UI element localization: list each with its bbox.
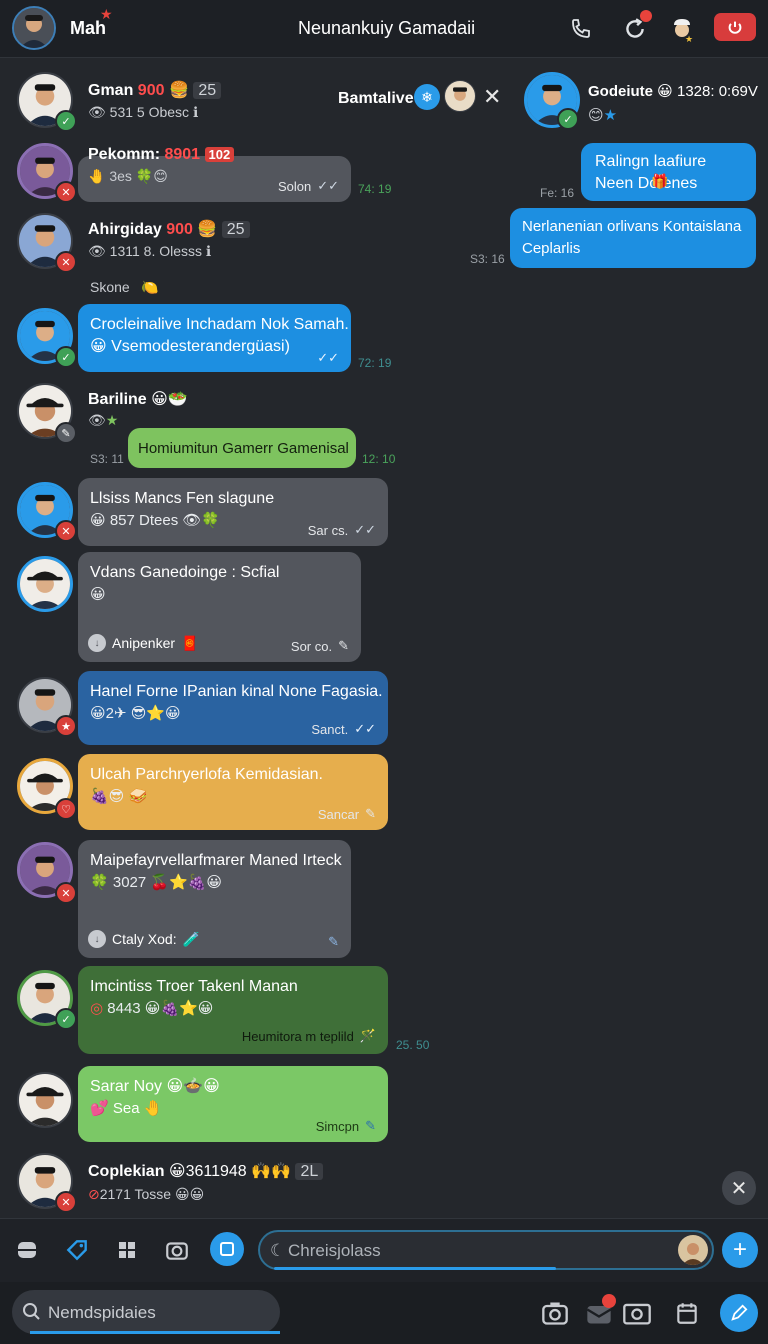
apps-icon[interactable] [112,1235,142,1265]
gift-icon: 🎁 [651,173,669,189]
contact-name: Ahirgiday 900 🍔 25 [88,219,250,239]
pin-badge-icon: ✕ [55,882,77,904]
close-icon[interactable]: ✕ [722,1171,756,1205]
add-button[interactable]: + [722,1232,758,1268]
avatar[interactable] [17,556,73,612]
contact-sub: 👁 1311 8. Olesss ℹ [88,243,212,259]
message-bubble[interactable]: Maipefayrvellarfmarer Maned Irteck 🍀 302… [78,840,351,958]
timestamp: S3: 11 [90,452,124,466]
avatar[interactable] [678,1235,708,1265]
compose-button[interactable] [720,1294,758,1332]
pin-badge-icon: ✕ [55,520,77,542]
pin-badge-icon: ✕ [55,181,77,203]
bottom-bar: Nemdspidaies [0,1282,768,1344]
chef-icon[interactable]: ★ [668,14,698,44]
contact-name: Coplekian 😀3611948 🙌🙌 2L [88,1161,324,1181]
input-progress-bar [274,1267,556,1270]
message-bubble[interactable]: Sarar Noy 😀🍲😀 💕 Sea 🤚 Simcpn ✎ [78,1066,388,1142]
message-bubble[interactable]: Ralingn laafiure Neen Dofenes [581,143,756,201]
arrow-down-icon: ↓ [88,634,106,652]
camera-icon[interactable] [540,1298,570,1328]
search-progress-bar [30,1331,280,1334]
search-input[interactable]: Nemdspidaies [12,1290,280,1334]
tag-icon[interactable] [62,1235,92,1265]
composer-bar: ☾ Chreisjolass + [0,1218,768,1282]
mail-icon[interactable] [584,1294,616,1328]
snowflake-icon[interactable]: ❄ [414,84,440,110]
camera-icon[interactable] [162,1235,192,1265]
pin-badge-icon: ✕ [55,1191,77,1213]
timestamp: 72: 19 [358,356,392,370]
avatar[interactable] [444,80,476,112]
contact-sub: 👁 531 5 Obesc ℹ [88,104,199,120]
timestamp: 12: 10 [362,452,396,466]
check-badge-icon: ✓ [55,110,77,132]
timestamp: S3: 16 [470,252,505,266]
sticker-icon[interactable] [12,1235,42,1265]
photo-icon[interactable] [622,1298,652,1328]
note-text: Skone 🍋 [90,279,159,295]
arrow-down-icon: ↓ [88,930,106,948]
svg-text:★: ★ [685,34,693,43]
my-avatar[interactable] [12,6,56,50]
top-bar: Mah ★ Neunankuiy Gamadaii ★ [0,0,768,58]
notification-dot [640,10,652,22]
message-bubble[interactable]: Hanel Forne IPanian kinal None Fagasia. … [78,671,388,745]
search-icon [23,1303,40,1320]
pin-badge-icon: ✎ [55,422,77,444]
message-bubble[interactable]: Homiumitun Gamerr Gamenisal [128,428,356,468]
message-bubble[interactable]: Crocleinalive Inchadam Nok Samah. 😀 Vsem… [78,304,351,372]
close-icon[interactable]: ✕ [483,84,501,110]
contact-sub: ⊘2171 Tosse 😀😀 [88,1186,205,1202]
moon-icon: ☾ [270,1241,286,1260]
timestamp: Fe: 16 [540,186,575,200]
message-bubble[interactable]: Nerlanenian orlivans Kontaislana Ceplarl… [510,208,756,268]
chat-title: Neunankuiy Gamadaii [298,18,476,38]
contact-name: Gman 900 🍔 25 [88,80,222,100]
square-button[interactable] [210,1232,244,1266]
pin-badge-icon: ✕ [55,251,77,273]
message-bubble[interactable]: Llsiss Mancs Fen slagune 😀 857 Dtees 👁🍀 … [78,478,388,546]
emoji-row: 😊★ [588,107,618,124]
message-bubble[interactable]: Ulcah Parchryerlofa Kemidasian. 🍇😎 🥪 San… [78,754,388,830]
contact-name: Bariline 😀🥗 [88,391,188,408]
calendar-icon[interactable] [672,1298,702,1328]
message-bubble[interactable]: Imcintiss Troer Takenl Manan ◎ 8443 😀🍇⭐😀… [78,966,388,1054]
contact-sub: 🤚 3es 🍀😊 [88,168,168,184]
contact-name: Pekomm: 8901 102 [88,146,235,164]
check-badge-icon: ✓ [55,1008,77,1030]
timestamp: 25. 50 [396,1038,430,1052]
avatar[interactable] [17,1072,73,1128]
pin-badge-icon: ♡ [55,798,77,820]
notification-dot [602,1294,616,1308]
refresh-icon[interactable] [620,10,652,44]
message-bubble[interactable]: Vdans Ganedoinge : Scfial 😀 ↓ Anipenker 🧧… [78,552,361,662]
live-label: Bamtalive [338,90,414,107]
phone-icon[interactable] [566,14,596,44]
timestamp: 74: 19 [358,182,392,196]
pin-badge-icon: ★ [55,715,77,737]
star-icon: ★ [100,6,113,22]
message-input[interactable]: ☾ Chreisjolass [258,1230,714,1270]
contact-name: Godeiute 😀 1328: 0:69V [588,83,758,100]
end-call-button[interactable] [714,13,756,41]
check-badge-icon: ✓ [557,108,579,130]
contact-sub: 👁★ [88,412,119,428]
check-badge-icon: ✓ [55,346,77,368]
